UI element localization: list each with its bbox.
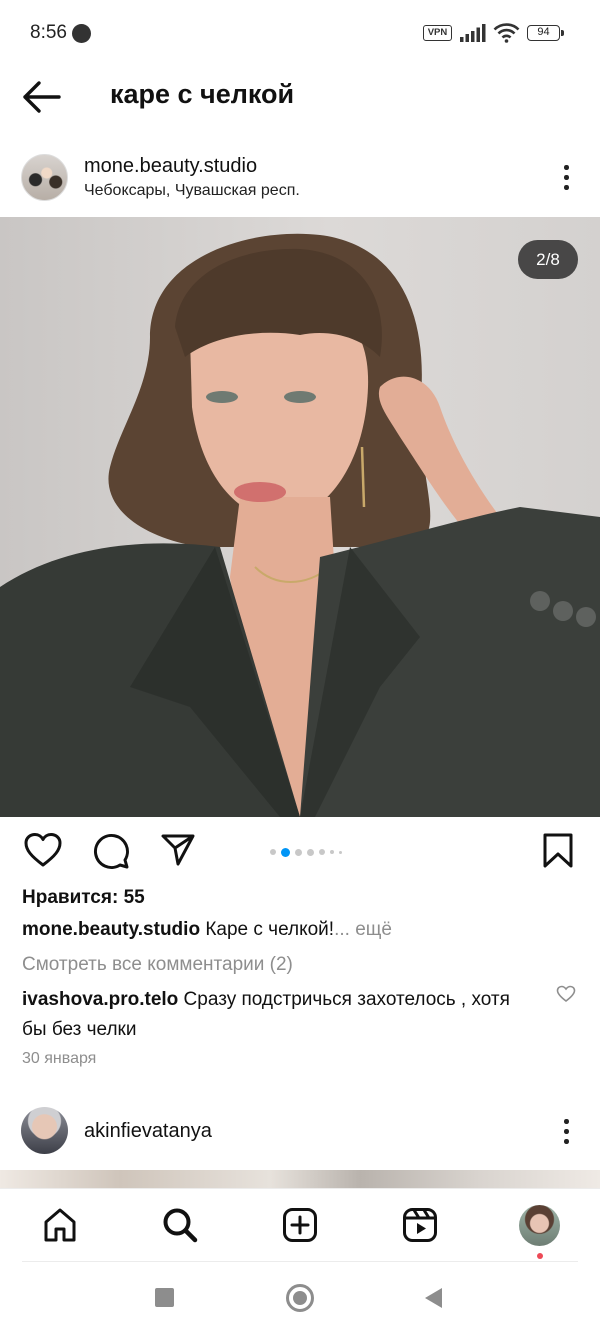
more-options-icon[interactable] <box>554 1116 578 1148</box>
top-bar: каре с челкой <box>0 66 600 128</box>
page-title: каре с челкой <box>110 79 295 109</box>
notification-badge <box>537 1253 543 1259</box>
new-post-icon[interactable] <box>282 1207 318 1243</box>
bottom-navigation <box>0 1188 600 1262</box>
next-post-author-avatar[interactable] <box>21 1107 68 1154</box>
caption-more-link[interactable]: ... ещё <box>334 919 392 940</box>
post-actions <box>0 826 600 878</box>
carousel-dot <box>307 848 314 856</box>
share-send-icon[interactable] <box>160 832 196 868</box>
view-all-comments-link[interactable]: Смотреть все комментарии (2) <box>22 954 293 976</box>
like-heart-icon[interactable] <box>23 832 63 868</box>
home-button-icon[interactable] <box>286 1284 314 1312</box>
back-arrow-icon[interactable] <box>22 80 62 114</box>
post-author-avatar[interactable] <box>21 154 68 201</box>
carousel-dot <box>339 850 342 854</box>
carousel-dot-active <box>281 847 290 857</box>
carousel-dot <box>319 849 325 855</box>
reels-icon[interactable] <box>402 1207 438 1243</box>
comment: ivashova.pro.telo Сразу подстричься захо… <box>22 985 532 1045</box>
next-post-author-username[interactable]: akinfievatanya <box>84 1120 212 1143</box>
comment-like-heart-icon[interactable] <box>556 985 576 1003</box>
carousel-dot <box>330 850 334 854</box>
more-options-icon[interactable] <box>554 162 578 194</box>
carousel-dot <box>295 848 302 856</box>
post-author-username[interactable]: mone.beauty.studio <box>84 155 257 178</box>
carousel-dots <box>270 846 342 858</box>
wifi-icon <box>493 23 520 43</box>
signal-icon <box>460 24 486 42</box>
post-location[interactable]: Чебоксары, Чувашская респ. <box>84 182 300 200</box>
comment-bubble-icon[interactable] <box>92 832 130 870</box>
post-header: mone.beauty.studio Чебоксары, Чувашская … <box>0 146 600 212</box>
recent-apps-icon[interactable] <box>155 1288 174 1307</box>
likes-count[interactable]: Нравится: 55 <box>22 887 145 909</box>
post-photo[interactable] <box>0 217 600 817</box>
vpn-icon: VPN <box>423 25 452 41</box>
battery-icon: 94 <box>527 25 564 41</box>
home-icon[interactable] <box>42 1207 78 1243</box>
profile-avatar[interactable] <box>519 1205 560 1246</box>
status-bar: 8:56 VPN 94 <box>0 0 600 66</box>
system-navigation-bar <box>0 1262 600 1332</box>
save-bookmark-icon[interactable] <box>542 832 574 870</box>
next-post-header: akinfievatanya <box>0 1100 600 1166</box>
comment-username[interactable]: ivashova.pro.telo <box>22 989 178 1010</box>
post-caption: mone.beauty.studio Каре с челкой!... ещё <box>22 919 392 941</box>
caption-text: Каре с челкой! <box>200 919 335 940</box>
caption-username[interactable]: mone.beauty.studio <box>22 919 200 940</box>
post-photo-illustration <box>0 233 600 817</box>
next-post-photo[interactable] <box>0 1170 600 1188</box>
carousel-dot <box>270 849 276 855</box>
post-date: 30 января <box>22 1050 97 1067</box>
carousel-counter: 2/8 <box>518 240 578 279</box>
notification-dot-icon <box>72 24 91 43</box>
search-icon[interactable] <box>162 1207 198 1243</box>
status-time: 8:56 <box>30 22 67 43</box>
system-back-icon[interactable] <box>425 1288 442 1308</box>
